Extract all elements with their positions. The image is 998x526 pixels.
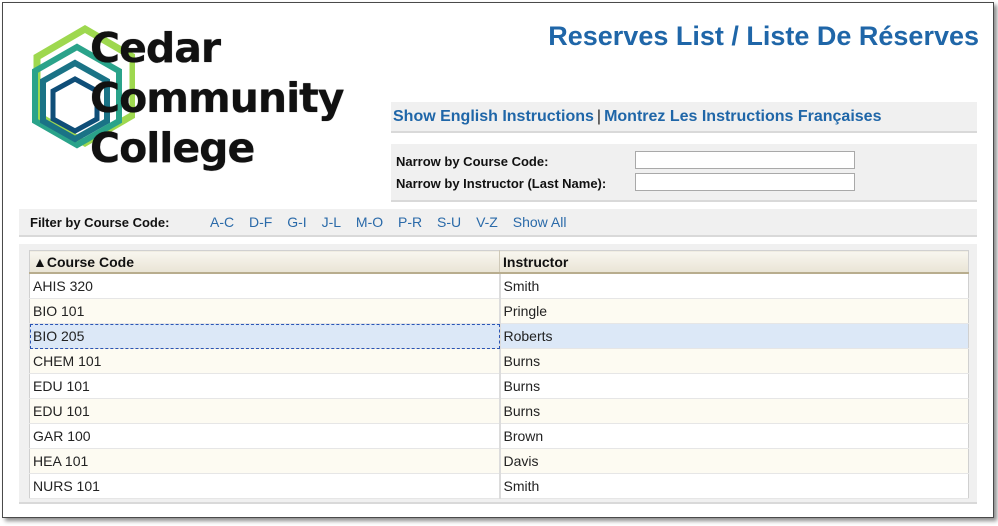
instructions-bar: Show English Instructions | Montrez Les In…	[391, 102, 977, 133]
instructor-header[interactable]: Instructor	[499, 250, 969, 274]
table-row[interactable]: CHEM 101 Burns	[29, 348, 969, 374]
course-code-cell[interactable]: GAR 100	[29, 423, 501, 449]
instructor-cell[interactable]: Davis	[499, 448, 969, 474]
reserves-table: ▲Course Code Instructor AHIS 320 Smith BIO…	[29, 250, 969, 499]
filter-link-s-u[interactable]: S-U	[437, 214, 461, 230]
instructor-cell[interactable]: Smith	[499, 273, 969, 299]
page-title: Reserves List / Liste De Réserves	[548, 21, 979, 51]
filter-link-d-f[interactable]: D-F	[249, 214, 272, 230]
instructor-cell[interactable]: Pringle	[499, 298, 969, 324]
table-row[interactable]: GAR 100 Brown	[29, 423, 969, 449]
instructor-label: Narrow by Instructor (Last Name):	[396, 176, 607, 191]
table-row[interactable]: HEA 101 Davis	[29, 448, 969, 474]
filter-link-v-z[interactable]: V-Z	[476, 214, 498, 230]
filter-link-a-c[interactable]: A-C	[210, 214, 234, 230]
separator: |	[596, 108, 602, 125]
course-code-cell[interactable]: HEA 101	[29, 448, 501, 474]
instructor-cell[interactable]: Roberts	[499, 323, 969, 349]
filter-link-j-l[interactable]: J-L	[322, 214, 341, 230]
logo-line-3: College	[90, 124, 255, 172]
reserves-table-panel: ▲Course Code Instructor AHIS 320 Smith BIO…	[19, 244, 977, 504]
course-code-cell[interactable]: EDU 101	[29, 373, 501, 399]
course-code-cell[interactable]: EDU 101	[29, 398, 501, 424]
filter-link-g-i[interactable]: G-I	[287, 214, 306, 230]
filter-link-m-o[interactable]: M-O	[356, 214, 383, 230]
logo-line-2: Community	[90, 74, 344, 122]
table-header-row: ▲Course Code Instructor	[29, 250, 969, 274]
table-row[interactable]: EDU 101 Burns	[29, 398, 969, 424]
filter-link-p-r[interactable]: P-R	[398, 214, 422, 230]
college-logo: Cedar Community College	[25, 23, 375, 173]
filter-label: Filter by Course Code:	[30, 215, 170, 230]
instructor-cell[interactable]: Burns	[499, 348, 969, 374]
college-name: Cedar Community College	[90, 23, 344, 173]
course-code-input[interactable]	[635, 151, 855, 169]
instructor-cell[interactable]: Brown	[499, 423, 969, 449]
table-row[interactable]: BIO 101 Pringle	[29, 298, 969, 324]
table-row[interactable]: EDU 101 Burns	[29, 373, 969, 399]
course-code-label: Narrow by Course Code:	[396, 154, 549, 169]
course-code-cell[interactable]: NURS 101	[29, 473, 501, 499]
course-code-cell[interactable]: BIO 205	[29, 323, 501, 349]
course-code-cell[interactable]: CHEM 101	[29, 348, 501, 374]
instructor-input[interactable]	[635, 173, 855, 191]
logo-line-1: Cedar	[90, 24, 221, 72]
table-row[interactable]: BIO 205 Roberts	[29, 323, 969, 349]
instructor-cell[interactable]: Smith	[499, 473, 969, 499]
narrow-panel: Narrow by Course Code: Narrow by Instruc…	[391, 144, 977, 202]
english-instructions-link[interactable]: Show English Instructions	[393, 108, 594, 125]
table-row[interactable]: AHIS 320 Smith	[29, 273, 969, 299]
course-code-header[interactable]: ▲Course Code	[29, 250, 500, 274]
course-code-cell[interactable]: BIO 101	[29, 298, 501, 324]
course-code-cell[interactable]: AHIS 320	[29, 273, 501, 299]
table-row[interactable]: NURS 101 Smith	[29, 473, 969, 499]
instructor-cell[interactable]: Burns	[499, 373, 969, 399]
filter-links: A-C D-F G-I J-L M-O P-R S-U V-Z Show All	[210, 214, 577, 230]
instructor-cell[interactable]: Burns	[499, 398, 969, 424]
filter-bar: Filter by Course Code: A-C D-F G-I J-L M…	[19, 209, 977, 237]
app-window: Cedar Community College Reserves List / …	[2, 2, 994, 518]
filter-link-show-all[interactable]: Show All	[513, 214, 567, 230]
french-instructions-link[interactable]: Montrez Les Instructions Françaises	[604, 108, 881, 125]
